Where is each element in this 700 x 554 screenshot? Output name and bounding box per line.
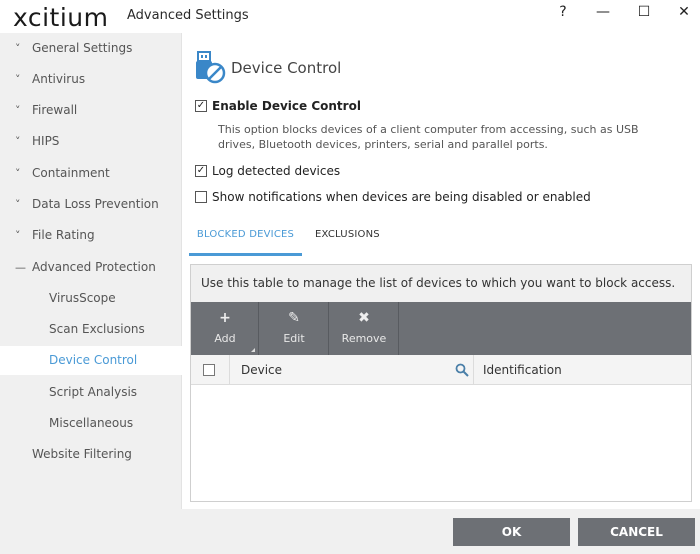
collapse-icon: —	[15, 261, 26, 274]
blocked-devices-panel: Use this table to manage the list of dev…	[190, 264, 692, 502]
sidebar-item-data-loss-prevention[interactable]: ˅ Data Loss Prevention	[0, 190, 182, 219]
sidebar-item-label: Antivirus	[32, 72, 86, 86]
sidebar-item-scan-exclusions[interactable]: Scan Exclusions	[0, 315, 182, 344]
log-devices-label[interactable]: Log detected devices	[212, 163, 340, 179]
edit-button[interactable]: ✎ Edit	[259, 302, 329, 355]
sidebar-item-label: Website Filtering	[32, 447, 132, 461]
chevron-down-icon: ˅	[15, 167, 21, 180]
search-icon[interactable]	[455, 363, 469, 377]
add-button[interactable]: + Add	[191, 302, 259, 355]
sidebar-item-label: General Settings	[32, 41, 133, 55]
title-bar: xcitium Advanced Settings ? — ☐ ✕	[0, 0, 700, 33]
column-divider	[229, 355, 230, 385]
enable-device-control-label[interactable]: Enable Device Control	[212, 98, 361, 114]
cancel-button[interactable]: CANCEL	[578, 518, 695, 546]
sidebar-item-script-analysis[interactable]: Script Analysis	[0, 378, 182, 407]
sidebar-item-label: Device Control	[49, 353, 138, 367]
chevron-down-icon: ˅	[15, 104, 21, 117]
column-divider	[473, 355, 474, 385]
toolbar: + Add ✎ Edit ✖ Remove	[191, 302, 691, 355]
sidebar-item-antivirus[interactable]: ˅ Antivirus	[0, 65, 182, 94]
description-text: This option blocks devices of a client c…	[218, 123, 639, 151]
pencil-icon: ✎	[288, 310, 300, 326]
sidebar-item-label: Data Loss Prevention	[32, 197, 159, 211]
sidebar-item-containment[interactable]: ˅ Containment	[0, 159, 182, 188]
chevron-down-icon: ˅	[15, 229, 21, 242]
page-title: Device Control	[231, 59, 342, 77]
sidebar-item-virusscope[interactable]: VirusScope	[0, 284, 182, 313]
sidebar-item-label: Script Analysis	[49, 385, 138, 399]
chevron-down-icon: ˅	[15, 198, 21, 211]
sidebar-item-hips[interactable]: ˅ HIPS	[0, 127, 182, 156]
sidebar-item-advanced-protection[interactable]: — Advanced Protection	[0, 253, 182, 282]
main-panel: Device Control ✓ Enable Device Control T…	[183, 33, 700, 509]
sidebar-item-firewall[interactable]: ˅ Firewall	[0, 96, 182, 125]
sidebar-item-label: HIPS	[32, 134, 60, 148]
minimize-button[interactable]: —	[583, 0, 623, 26]
enable-device-control-checkbox[interactable]: ✓	[195, 100, 207, 112]
show-notifications-checkbox[interactable]	[195, 191, 207, 203]
maximize-button[interactable]: ☐	[624, 0, 664, 26]
remove-button[interactable]: ✖ Remove	[329, 302, 399, 355]
tab-bar: BLOCKED DEVICES EXCLUSIONS	[189, 222, 694, 256]
remove-button-label: Remove	[341, 332, 387, 345]
window-title: Advanced Settings	[127, 8, 249, 23]
sidebar-item-label: VirusScope	[49, 291, 116, 305]
plus-icon: +	[219, 310, 231, 326]
panel-description: Use this table to manage the list of dev…	[191, 265, 691, 302]
dropdown-corner-icon	[251, 348, 255, 352]
tab-blocked-devices[interactable]: BLOCKED DEVICES	[189, 222, 302, 256]
tab-exclusions[interactable]: EXCLUSIONS	[315, 222, 380, 256]
sidebar-item-general-settings[interactable]: ˅ General Settings	[0, 34, 182, 63]
sidebar-item-label: Miscellaneous	[49, 416, 134, 430]
table-header: Device Identification	[191, 355, 691, 385]
sidebar-item-label: Firewall	[32, 103, 78, 117]
show-notifications-label[interactable]: Show notifications when devices are bein…	[212, 189, 591, 205]
add-button-label: Add	[214, 332, 236, 345]
sidebar-item-label: Advanced Protection	[32, 260, 156, 274]
sidebar: ˅ General Settings ˅ Antivirus ˅ Firewal…	[0, 33, 182, 509]
edit-button-label: Edit	[283, 332, 305, 345]
ok-button[interactable]: OK	[453, 518, 570, 546]
footer: OK CANCEL	[0, 509, 700, 554]
x-icon: ✖	[358, 310, 370, 326]
log-devices-checkbox[interactable]: ✓	[195, 165, 207, 177]
select-all-checkbox[interactable]	[203, 364, 215, 376]
sidebar-item-label: Scan Exclusions	[49, 322, 145, 336]
sidebar-item-label: Containment	[32, 166, 110, 180]
chevron-down-icon: ˅	[15, 42, 21, 55]
sidebar-item-device-control[interactable]: Device Control	[0, 346, 182, 375]
column-header-identification[interactable]: Identification	[483, 355, 562, 385]
chevron-down-icon: ˅	[15, 135, 21, 148]
column-header-device[interactable]: Device	[241, 355, 282, 385]
usb-blocked-icon	[196, 51, 226, 84]
sidebar-item-miscellaneous[interactable]: Miscellaneous	[0, 409, 182, 438]
xcitium-logo: xcitium	[13, 3, 109, 32]
close-button[interactable]: ✕	[664, 0, 700, 26]
sidebar-item-label: File Rating	[32, 228, 95, 242]
sidebar-item-file-rating[interactable]: ˅ File Rating	[0, 221, 182, 250]
chevron-down-icon: ˅	[15, 73, 21, 86]
help-button[interactable]: ?	[543, 0, 583, 26]
sidebar-item-website-filtering[interactable]: Website Filtering	[0, 440, 182, 469]
